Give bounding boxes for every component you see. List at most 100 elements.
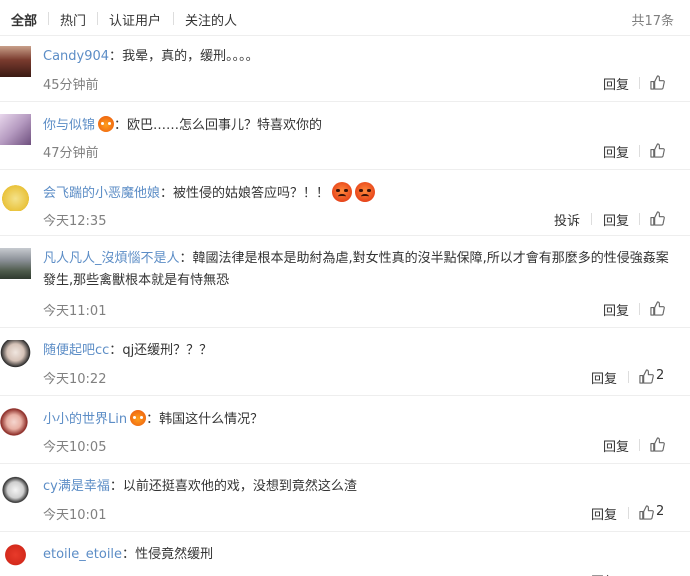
colon: ： [146,412,160,427]
tab-divider [97,12,98,25]
thumbs-up-icon [639,505,654,520]
avatar[interactable] [0,180,31,211]
reply-button[interactable]: 回复 [603,436,629,455]
comment-line: 凡人凡人_沒煩惱不是人：韓國法律是根本是助紂為虐,對女性真的沒半點保障,所以才會… [43,248,673,292]
comment-time: 今天10:05 [43,440,107,455]
colon: ： [114,118,128,133]
thumbs-up-icon [650,301,665,316]
comment-text: 我晕，真的，缓刑。。。。 [122,49,259,64]
comment-time: 今天11:01 [43,304,107,319]
commenter-name[interactable]: 会飞踹的小恶魔他娘 [43,186,160,201]
comment-line: etoile_etoile：性侵竟然缓刑 [43,546,213,564]
action-divider [639,213,640,225]
commenter-name[interactable]: 小小的世界Lin [43,412,127,427]
colon: ： [179,251,193,266]
report-button[interactable]: 投诉 [554,210,580,229]
commenter-name[interactable]: etoile_etoile [43,547,122,562]
comment-text: 韩国这什么情况？ [159,412,264,427]
like-count: 2 [656,504,665,519]
tab-divider [173,12,174,25]
comment-total-count: 共17条 [631,14,674,29]
thumbs-up-icon [650,75,665,90]
like-button[interactable] [650,211,665,226]
like-button[interactable] [650,143,665,158]
action-divider [628,371,629,383]
comment-filter-tabs: 全部 热门 认证用户 关注的人 共17条 [0,0,690,36]
reply-button[interactable]: 回复 [603,142,629,161]
comment-item: etoile_etoile：性侵竟然缓刑 回复 [0,544,690,576]
comment-time: 47分钟前 [43,146,99,161]
angry-face-icon [332,182,353,202]
comment-time: 今天12:35 [43,214,107,229]
comment-time: 今天10:01 [43,508,107,523]
avatar[interactable] [0,46,31,77]
thumbs-up-icon [650,143,665,158]
action-divider [639,145,640,157]
comment-time: 45分钟前 [43,78,99,93]
comment-time: 今天10:22 [43,372,107,387]
colon: ： [122,547,136,562]
colon: ： [160,186,174,201]
commenter-name[interactable]: Candy904 [43,49,109,64]
action-divider [639,439,640,451]
tab-divider [48,12,49,25]
reply-button[interactable]: 回复 [603,210,629,229]
like-button[interactable] [650,75,665,90]
comment-item: Candy904：我晕，真的，缓刑。。。。 45分钟前 回复 [0,46,690,102]
thumbs-up-icon [650,437,665,452]
comment-text: qj还缓刑？？？ [122,343,213,358]
colon: ： [109,479,123,494]
comment-item: 小小的世界Lin ：韩国这什么情况？ 今天10:05 回复 [0,408,690,464]
action-divider [591,213,592,225]
member-crown-icon [130,410,147,426]
thumbs-up-icon [639,369,654,384]
comment-item: 会飞踹的小恶魔他娘：被性侵的姑娘答应吗？！！ 今天12:35 投诉 回复 [0,180,690,236]
like-button[interactable] [650,301,665,316]
avatar[interactable] [0,114,31,145]
like-count: 2 [656,368,665,383]
comment-text: 被性侵的姑娘答应吗？！！ [173,186,330,201]
commenter-name[interactable]: cy满是幸福 [43,479,110,494]
action-divider [639,77,640,89]
comment-item: 你与似锦 ：欧巴……怎么回事儿？特喜欢你的 47分钟前 回复 [0,114,690,170]
thumbs-up-icon [650,211,665,226]
avatar[interactable] [0,476,31,507]
like-button[interactable] [639,369,654,384]
member-crown-icon [98,116,115,132]
avatar[interactable] [0,340,31,371]
commenter-name[interactable]: 随便起吧cc [43,343,109,358]
commenter-name[interactable]: 你与似锦 [43,118,95,133]
comment-line: 你与似锦 ：欧巴……怎么回事儿？特喜欢你的 [43,116,322,135]
avatar[interactable] [0,408,31,439]
tab-hot[interactable]: 热门 [60,10,86,29]
comment-line: 小小的世界Lin ：韩国这什么情况？ [43,410,263,429]
colon: ： [109,49,123,64]
tab-all[interactable]: 全部 [11,10,37,29]
colon: ： [109,343,123,358]
comment-item: 凡人凡人_沒煩惱不是人：韓國法律是根本是助紂為虐,對女性真的沒半點保障,所以才會… [0,248,690,328]
comment-line: Candy904：我晕，真的，缓刑。。。。 [43,48,259,66]
comment-text: 性侵竟然缓刑 [135,547,214,562]
reply-button[interactable]: 回复 [603,300,629,319]
avatar[interactable] [0,544,31,575]
reply-button[interactable]: 回复 [603,74,629,93]
comment-text: 欧巴……怎么回事儿？特喜欢你的 [127,118,323,133]
like-button[interactable] [650,437,665,452]
comment-item: cy满是幸福：以前还挺喜欢他的戏，没想到竟然这么渣 今天10:01 回复 2 [0,476,690,532]
action-divider [639,303,640,315]
angry-face-icon [355,182,376,202]
comment-text: 以前还挺喜欢他的戏，没想到竟然这么渣 [122,479,357,494]
reply-button[interactable]: 回复 [591,368,617,387]
tab-following[interactable]: 关注的人 [185,10,237,29]
comment-line: 会飞踹的小恶魔他娘：被性侵的姑娘答应吗？！！ [43,182,376,203]
like-button[interactable] [639,505,654,520]
action-divider [628,507,629,519]
commenter-name[interactable]: 凡人凡人_沒煩惱不是人 [43,251,180,266]
reply-button[interactable]: 回复 [591,571,617,576]
reply-button[interactable]: 回复 [591,504,617,523]
tab-verified-users[interactable]: 认证用户 [109,10,161,29]
comment-line: cy满是幸福：以前还挺喜欢他的戏，没想到竟然这么渣 [43,478,357,496]
avatar[interactable] [0,248,31,279]
comment-line: 随便起吧cc：qj还缓刑？？？ [43,342,212,360]
comment-item: 随便起吧cc：qj还缓刑？？？ 今天10:22 回复 2 [0,340,690,396]
